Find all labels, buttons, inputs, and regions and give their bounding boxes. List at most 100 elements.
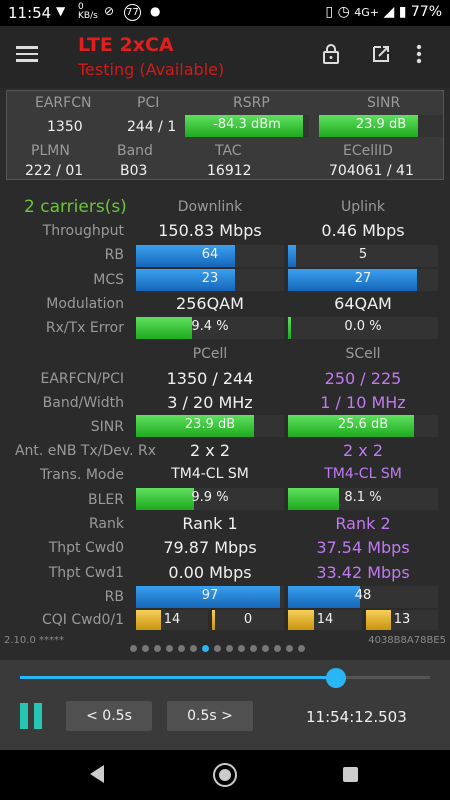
downlink-header: Downlink (177, 199, 243, 215)
sinr-scell-bar: 25.6 dB (288, 415, 438, 437)
rb-scell-bar: 48 (288, 586, 438, 608)
alarm-icon: ◷ (337, 4, 350, 20)
throughput-uplink: 0.46 Mbps (321, 221, 405, 240)
page-dot[interactable] (130, 645, 137, 652)
notification-count-badge: 77 (124, 4, 141, 21)
throughput-label: Throughput (42, 223, 124, 239)
pause-icon[interactable] (20, 703, 46, 729)
page-dot[interactable] (226, 645, 233, 652)
page-dot[interactable] (286, 645, 293, 652)
rb-pcell-bar: 97 (136, 586, 284, 608)
lock-icon[interactable] (318, 42, 344, 68)
app-version: 2.10.0 ***** (4, 635, 64, 646)
scell-header: SCell (345, 346, 381, 362)
rank-label: Rank (89, 516, 124, 532)
mcs-downlink-value: 23 (201, 271, 219, 286)
page-dot[interactable] (298, 645, 305, 652)
sinr-bar: 23.9 dB (319, 115, 443, 137)
carrier-summary: 2 carriers(s) (24, 197, 127, 217)
throughput-downlink: 150.83 Mbps (158, 221, 262, 240)
bler-scell-value: 8.1 % (344, 490, 382, 505)
replay-slider-thumb[interactable] (325, 668, 346, 688)
cqi-pcell-cwd0-bar: 14 (136, 610, 208, 630)
page-dot[interactable] (238, 645, 245, 652)
back-icon[interactable] (90, 765, 104, 783)
bler-scell-bar: 8.1 % (288, 488, 438, 510)
page-dot[interactable] (202, 645, 209, 652)
step-back-button[interactable]: < 0.5s (66, 701, 152, 731)
replay-timestamp: 11:54:12.503 (306, 708, 407, 726)
page-dot[interactable] (250, 645, 257, 652)
tac-header: TAC (215, 143, 242, 159)
signal-icon: ◢ (383, 4, 395, 20)
earfcn-value: 1350 (47, 119, 83, 135)
network-type: 4G+ (354, 6, 380, 19)
dnd-icon: ⊘ (104, 4, 115, 18)
page-dot[interactable] (262, 645, 269, 652)
modulation-uplink: 64QAM (334, 294, 392, 313)
throughput-cwd1-scell: 33.42 Mbps (316, 563, 410, 582)
bler-pcell-value: 9.9 % (191, 490, 229, 505)
bler-label: BLER (88, 492, 124, 508)
rb-scell-value: 48 (354, 588, 372, 603)
mcs-uplink-bar: 27 (288, 269, 438, 291)
cqi-scell-cwd0-bar: 14 (288, 610, 362, 630)
recents-icon[interactable] (343, 767, 358, 782)
plmn-value: 222 / 01 (25, 163, 84, 179)
battery-level: 77% (410, 4, 442, 20)
rb-pcell-value: 97 (201, 588, 219, 603)
transmission-mode-scell: TM4-CL SM (324, 466, 402, 482)
band-width-label: Band/Width (42, 395, 124, 411)
error-label: Rx/Tx Error (45, 320, 124, 336)
page-dot[interactable] (274, 645, 281, 652)
menu-icon[interactable] (16, 42, 40, 66)
error-downlink-value: 9.4 % (191, 319, 229, 334)
rb-downlink-bar: 64 (136, 245, 284, 267)
page-dot[interactable] (178, 645, 185, 652)
rsrp-header: RSRP (233, 95, 270, 111)
status-time: 11:54 (8, 4, 52, 22)
antenna-scell: 2 x 2 (343, 441, 383, 460)
rsrp-bar: -84.3 dBm (185, 115, 309, 137)
open-external-icon[interactable] (368, 42, 394, 68)
throughput-cwd0-label: Thpt Cwd0 (48, 540, 124, 556)
antenna-pcell: 2 x 2 (190, 441, 230, 460)
replay-slider[interactable] (20, 668, 430, 688)
page-dot[interactable] (142, 645, 149, 652)
data-rate: 0 KB/s (78, 2, 98, 21)
page-dot[interactable] (154, 645, 161, 652)
step-forward-button[interactable]: 0.5s > (167, 701, 253, 731)
bler-pcell-bar: 9.9 % (136, 488, 284, 510)
ecellid-value: 704061 / 41 (329, 163, 414, 179)
page-dot[interactable] (190, 645, 197, 652)
sinr-pcell-bar: 23.9 dB (136, 415, 284, 437)
error-downlink-bar: 9.4 % (136, 317, 284, 339)
sinr-header: SINR (367, 95, 401, 111)
page-indicator[interactable] (130, 637, 330, 652)
device-id: 4038B8A78BE5 (368, 635, 446, 646)
app-subtitle: Testing (Available) (78, 60, 225, 79)
page-dot[interactable] (214, 645, 221, 652)
more-options-icon[interactable] (414, 42, 424, 68)
earfcn-header: EARFCN (35, 95, 92, 111)
band-width-pcell: 3 / 20 MHz (167, 393, 253, 412)
cqi-scell-cwd1-value: 13 (393, 612, 411, 627)
cqi-pcell-cwd1-value: 0 (243, 612, 253, 627)
modulation-downlink: 256QAM (176, 294, 244, 313)
throughput-cwd0-pcell: 79.87 Mbps (163, 538, 257, 557)
page-dot[interactable] (166, 645, 173, 652)
home-icon[interactable] (213, 763, 237, 787)
earfcn-pci-pcell: 1350 / 244 (166, 369, 254, 388)
rb-uplink-value: 5 (358, 247, 368, 262)
earfcn-pci-scell: 250 / 225 (324, 369, 402, 388)
sinr-label: SINR (90, 419, 124, 435)
app-bar: LTE 2xCA Testing (Available) (0, 26, 450, 88)
sinr-value: 23.9 dB (355, 117, 407, 132)
rank-pcell: Rank 1 (182, 514, 238, 533)
modulation-label: Modulation (46, 296, 124, 312)
rb-label: RB (104, 247, 124, 263)
sinr-pcell-value: 23.9 dB (184, 417, 236, 432)
band-value: B03 (120, 163, 148, 179)
throughput-cwd1-pcell: 0.00 Mbps (168, 563, 252, 582)
pci-value: 244 / 1 (127, 119, 177, 135)
